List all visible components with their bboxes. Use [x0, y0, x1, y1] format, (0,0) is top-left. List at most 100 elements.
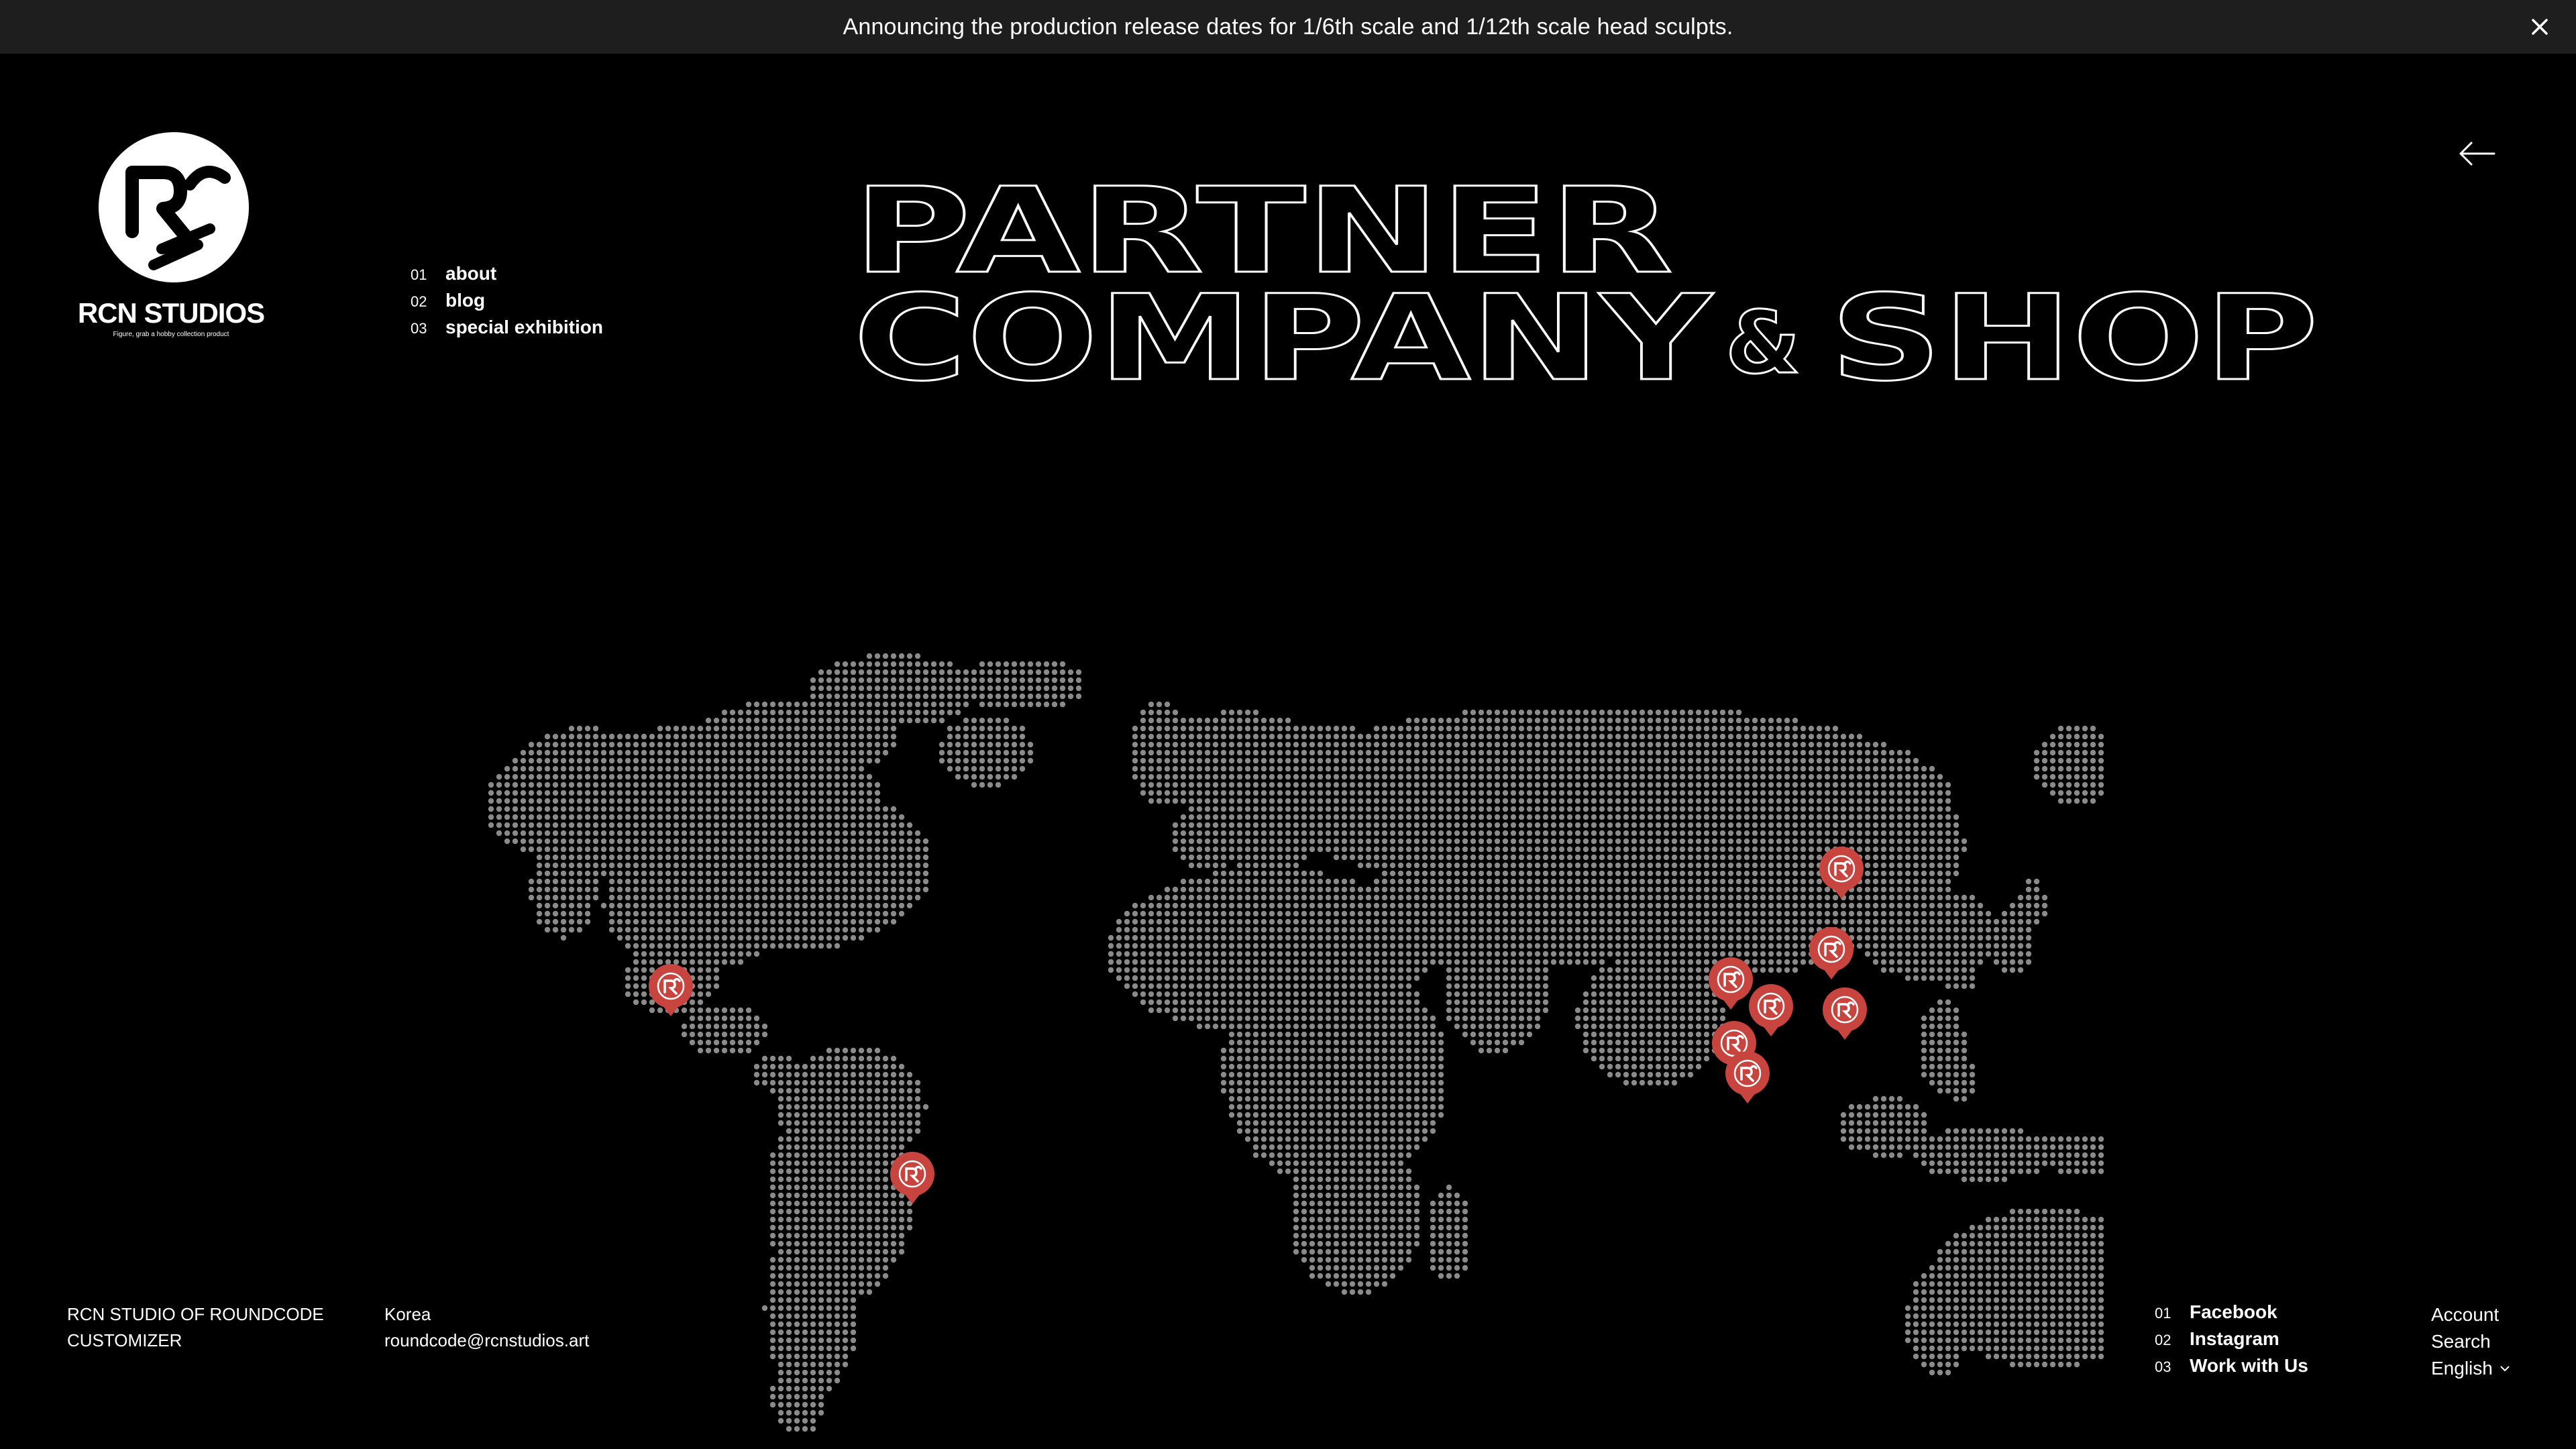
map-dot: [1856, 943, 1863, 949]
map-dot: [1558, 717, 1565, 724]
map-dot: [1558, 782, 1565, 788]
map-dot: [1615, 846, 1621, 853]
nav-item-about[interactable]: 01 about: [411, 263, 603, 290]
map-dot: [1824, 733, 1831, 740]
map-dot: [1220, 902, 1227, 909]
map-dot: [544, 878, 551, 885]
nav-item-blog[interactable]: 02 blog: [411, 290, 603, 317]
map-dot: [1655, 790, 1662, 796]
map-dot: [882, 677, 889, 684]
nav-item-special-exhibition[interactable]: 03 special exhibition: [411, 317, 603, 343]
map-dot: [842, 709, 849, 716]
map-dot: [1913, 934, 1919, 941]
announcement-bar: Announcing the production release dates …: [0, 0, 2576, 54]
map-dot: [1735, 782, 1742, 788]
map-dot: [802, 749, 808, 756]
map-dot: [963, 749, 969, 756]
map-dot: [657, 725, 663, 732]
map-dot: [1252, 741, 1259, 748]
map-dot: [834, 814, 841, 820]
map-dot: [649, 943, 655, 949]
map-dot: [866, 806, 873, 812]
map-dot: [1365, 741, 1372, 748]
map-dot: [1888, 773, 1895, 780]
map-dot: [1252, 773, 1259, 780]
map-dot: [1945, 854, 1951, 861]
map-dot: [681, 782, 688, 788]
map-dot: [1945, 943, 1951, 949]
map-dot: [1864, 854, 1871, 861]
map-dot: [995, 717, 1002, 724]
map-dot: [600, 822, 607, 828]
map-dot: [761, 894, 768, 901]
map-dot: [1421, 926, 1428, 933]
map-dot: [1454, 894, 1460, 901]
map-dot: [947, 677, 953, 684]
map-dot: [1574, 725, 1581, 732]
map-dot: [528, 894, 535, 901]
map-dot: [1494, 951, 1501, 957]
map-dot: [1526, 902, 1533, 909]
map-dot: [1357, 733, 1364, 740]
map-dot: [1655, 806, 1662, 812]
map-dot: [536, 741, 543, 748]
map-dot: [1574, 757, 1581, 764]
map-dot: [753, 830, 760, 837]
map-dot: [1502, 765, 1509, 772]
map-dot: [1228, 959, 1235, 965]
map-dot: [1880, 862, 1887, 869]
map-dot: [1164, 782, 1171, 788]
map-dot: [1888, 894, 1895, 901]
map-dot: [858, 725, 865, 732]
map-dot: [552, 910, 559, 917]
map-dot: [866, 757, 873, 764]
map-dot: [1124, 910, 1130, 917]
map-dot: [1285, 902, 1291, 909]
map-dot: [1526, 749, 1533, 756]
close-announcement-button[interactable]: [2526, 13, 2553, 40]
map-dot: [1953, 926, 1960, 933]
map-dot: [1872, 934, 1879, 941]
map-dot: [1277, 830, 1283, 837]
map-dot: [641, 934, 647, 941]
map-dot: [834, 862, 841, 869]
map-dot: [842, 773, 849, 780]
map-dot: [1180, 717, 1187, 724]
map-dot: [1212, 765, 1219, 772]
map-dot: [1542, 733, 1549, 740]
map-dot: [1478, 838, 1485, 845]
map-dot: [826, 943, 833, 949]
map-dot: [1277, 725, 1283, 732]
map-dot: [1856, 822, 1863, 828]
map-dot: [1904, 798, 1911, 804]
map-dot: [1277, 902, 1283, 909]
map-dot: [2057, 765, 2064, 772]
map-dot: [657, 886, 663, 893]
map-dot: [1478, 862, 1485, 869]
map-dot: [874, 798, 881, 804]
nav-number: 02: [411, 293, 427, 310]
brand-logo[interactable]: RCN STUDIOS Figure, grab a hobby collect…: [77, 131, 265, 345]
brand-name: RCN STUDIOS: [77, 297, 265, 329]
map-dot: [600, 798, 607, 804]
back-button[interactable]: [2457, 138, 2497, 170]
map-dot: [1188, 838, 1195, 845]
map-dot: [1470, 717, 1477, 724]
map-dot: [1405, 959, 1412, 965]
map-dot: [1566, 830, 1573, 837]
map-dot: [1212, 782, 1219, 788]
map-dot: [1478, 959, 1485, 965]
map-dot: [1703, 934, 1710, 941]
map-dot: [1953, 918, 1960, 925]
map-dot: [1921, 870, 1927, 877]
map-dot: [1357, 894, 1364, 901]
map-dot: [777, 709, 784, 716]
map-dot: [681, 854, 688, 861]
map-dot: [987, 685, 994, 692]
title-line-2-shop: SHOP: [1830, 270, 2318, 392]
map-dot: [576, 733, 583, 740]
map-dot: [1711, 741, 1718, 748]
map-dot: [1148, 934, 1155, 941]
map-dot: [633, 854, 639, 861]
map-dot: [1687, 798, 1694, 804]
